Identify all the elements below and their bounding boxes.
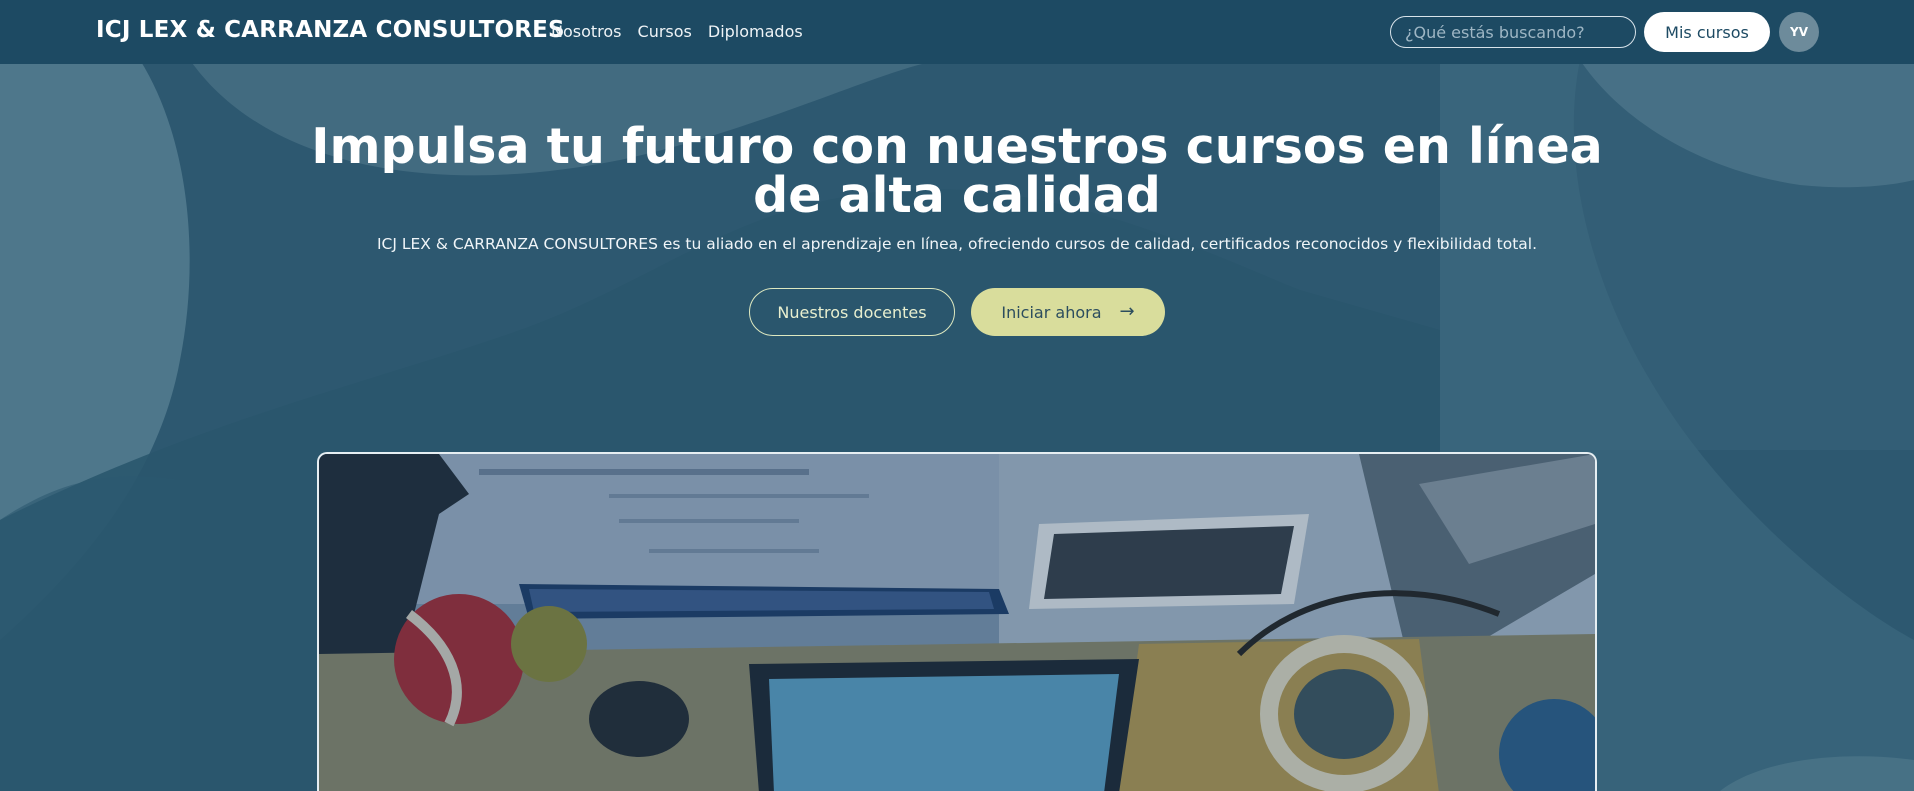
- nav-link-diplomados[interactable]: Diplomados: [708, 22, 803, 41]
- hero-title: Impulsa tu futuro con nuestros cursos en…: [311, 118, 1603, 224]
- arrow-right-icon: →: [1119, 301, 1135, 322]
- user-avatar[interactable]: YV: [1779, 12, 1819, 52]
- our-teachers-button[interactable]: Nuestros docentes: [749, 288, 955, 336]
- start-now-label: Iniciar ahora: [1001, 302, 1102, 322]
- nav-link-nosotros[interactable]: Nosotros: [551, 22, 622, 41]
- hero-subtitle: ICJ LEX & CARRANZA CONSULTORES es tu ali…: [376, 235, 1538, 253]
- search-input[interactable]: [1390, 16, 1636, 48]
- start-now-button[interactable]: Iniciar ahora →: [971, 288, 1165, 336]
- my-courses-button[interactable]: Mis cursos: [1644, 12, 1770, 52]
- hero-image: [317, 452, 1597, 791]
- nav-link-cursos[interactable]: Cursos: [638, 22, 692, 41]
- brand-logo[interactable]: ICJ LEX & CARRANZA CONSULTORES: [96, 17, 565, 43]
- nav-links: Nosotros Cursos Diplomados: [551, 22, 803, 41]
- top-navbar: ICJ LEX & CARRANZA CONSULTORES Nosotros …: [0, 0, 1914, 64]
